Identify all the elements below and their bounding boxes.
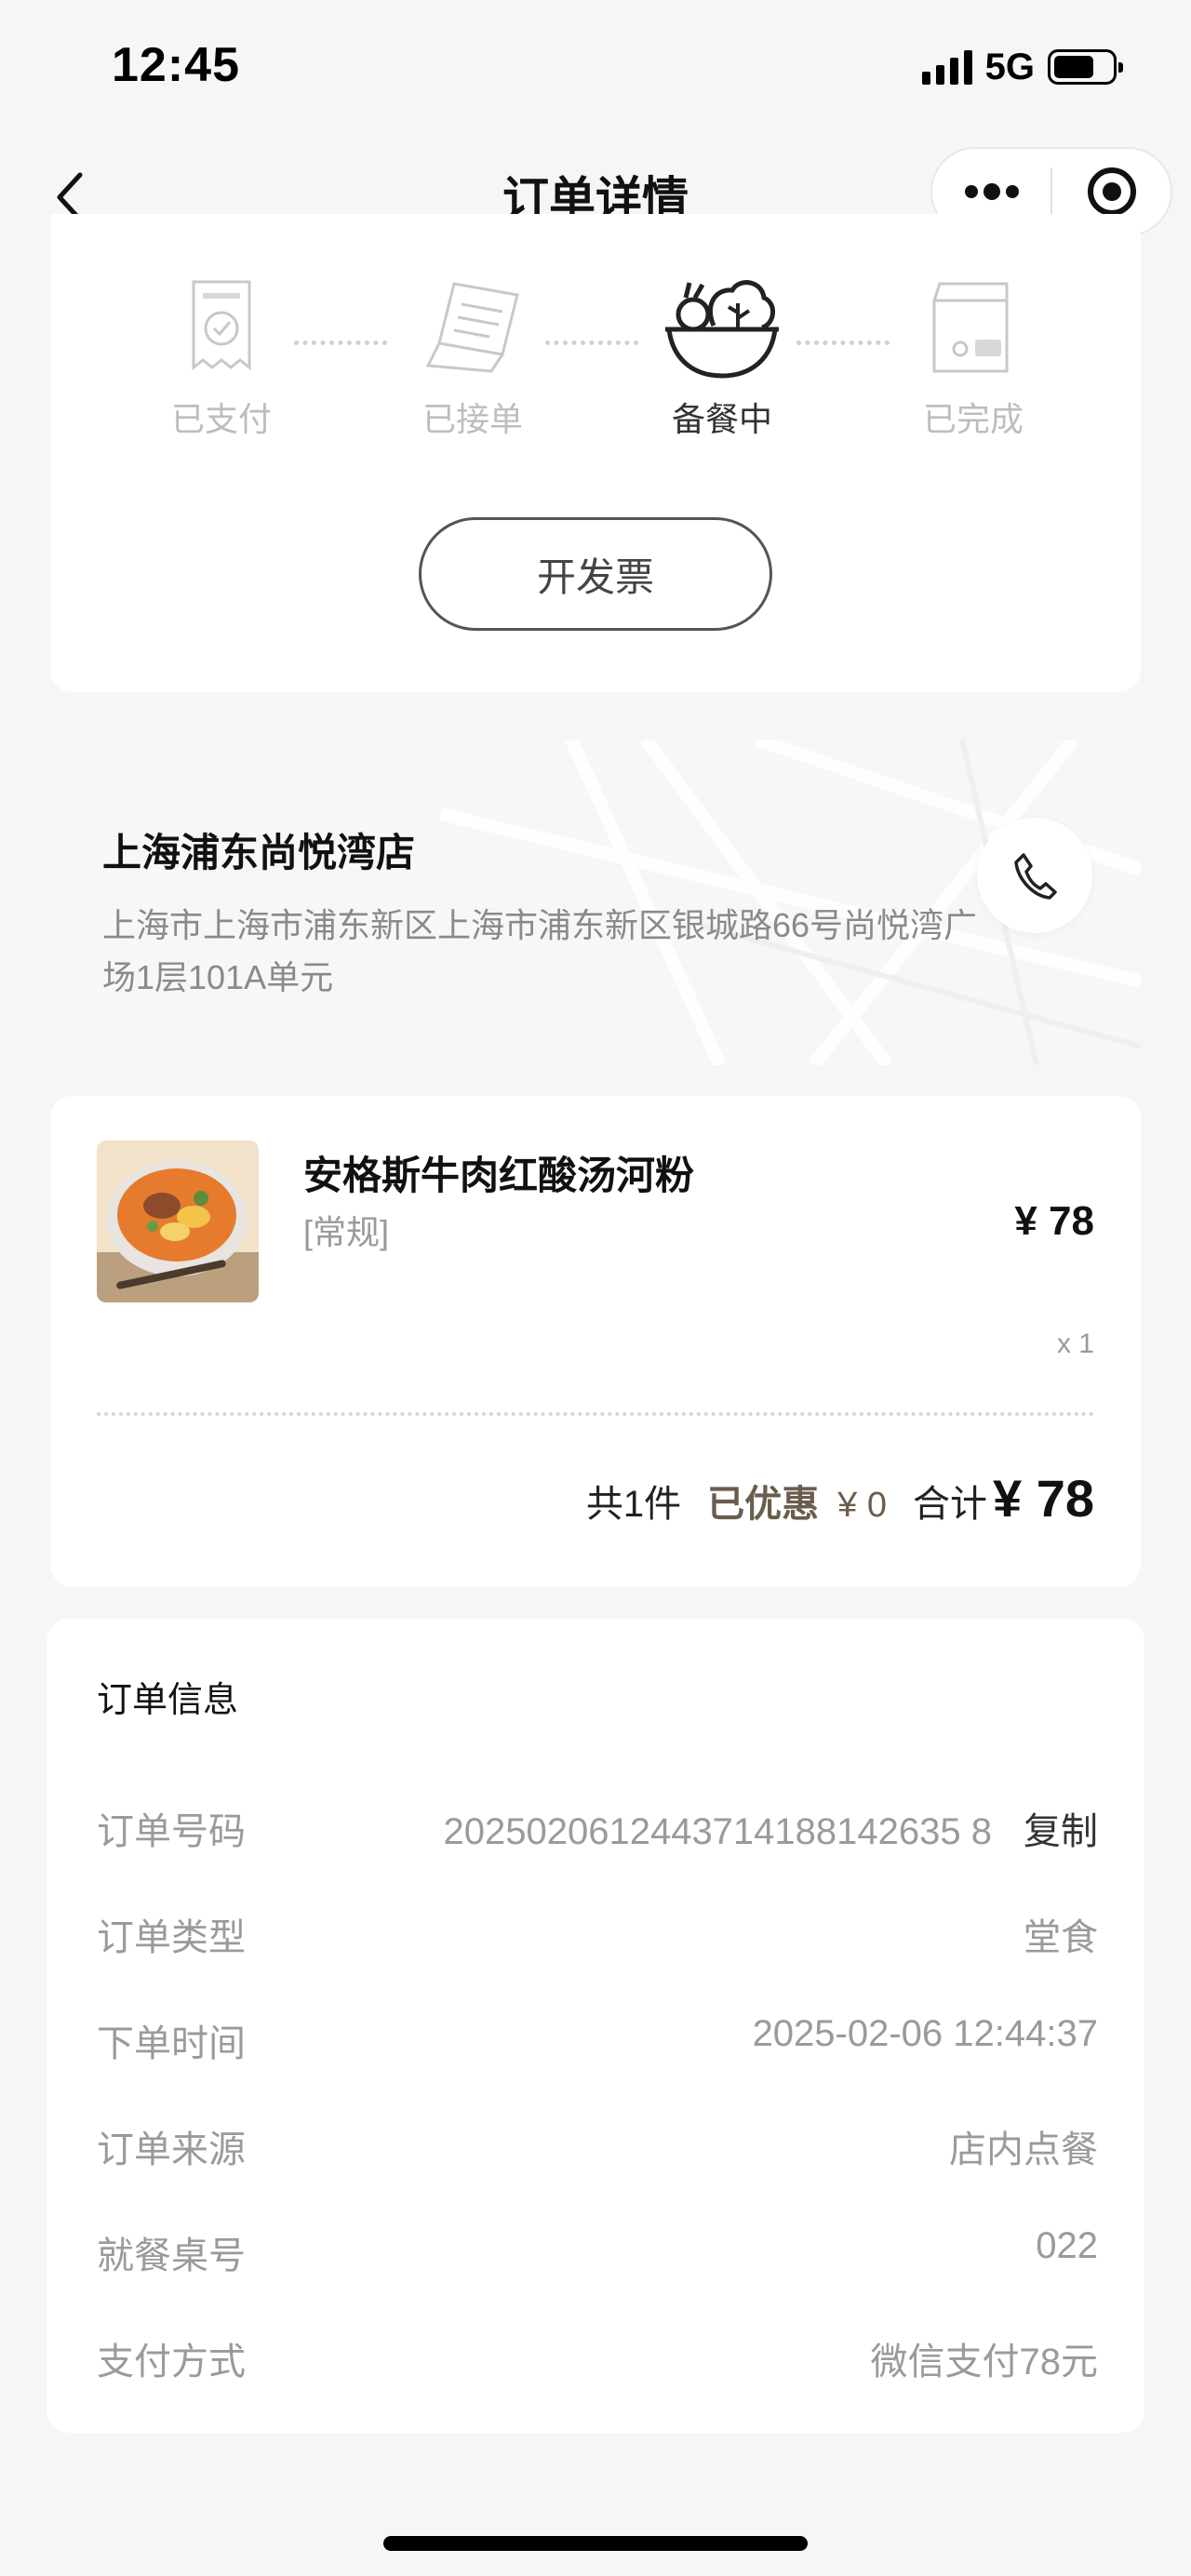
progress-steps: 已支付 已接单 备餐中 已完成 [50, 270, 1141, 438]
order-time-row: 下单时间 2025-02-06 12:44:37 [97, 2013, 1098, 2069]
store-name: 上海浦东尚悦湾店 [102, 831, 416, 874]
takeout-bag-icon [932, 282, 1009, 373]
payment-method-row: 支付方式 微信支付78元 [97, 2331, 1098, 2387]
order-summary: 共1件 已优惠 ¥ 0 合计 ¥ 78 [586, 1468, 1094, 1533]
item-quantity: x 1 [1056, 1328, 1094, 1359]
table-number-row: 就餐桌号 022 [97, 2225, 1098, 2281]
order-number: 2025020612443714188142635 8 [443, 1811, 992, 1852]
step-label: 备餐中 [671, 400, 772, 438]
order-progress-card: 已支付 已接单 备餐中 已完成 开发票 [50, 214, 1141, 692]
row-label: 就餐桌号 [97, 2236, 246, 2276]
discount-value: ¥ 0 [837, 1486, 887, 1525]
salad-bowl-icon [665, 280, 779, 379]
item-name: 安格斯牛肉红酸汤河粉 [303, 1154, 695, 1197]
step-paid: 已支付 [128, 270, 314, 441]
row-value: 堂食 [1024, 1917, 1098, 1958]
step-preparing: 备餐中 [629, 270, 815, 441]
store-section: 上海浦东尚悦湾店 上海市上海市浦东新区上海市浦东新区银城路66号尚悦湾广场1层1… [50, 740, 1141, 1065]
step-label: 已完成 [922, 400, 1024, 438]
row-label: 订单号码 [97, 1811, 246, 1852]
section-title: 订单信息 [97, 1681, 239, 1720]
order-item-card: 安格斯牛肉红酸汤河粉 [常规] ¥ 78 x 1 共1件 已优惠 ¥ 0 合计 … [50, 1096, 1141, 1587]
step-label: 已接单 [422, 400, 523, 438]
printed-receipt-icon [425, 282, 519, 373]
network-label: 5G [984, 46, 1035, 87]
battery-icon [1048, 49, 1123, 85]
order-type-row: 订单类型 堂食 [97, 1907, 1098, 1963]
order-source-row: 订单来源 店内点餐 [97, 2119, 1098, 2175]
row-label: 订单类型 [97, 1917, 246, 1958]
divider [97, 1412, 1094, 1416]
phone-icon [1014, 853, 1057, 900]
item-spec: [常规] [303, 1213, 390, 1251]
total-value: ¥ 78 [993, 1469, 1094, 1528]
status-bar: 12:45 5G [0, 0, 1191, 140]
home-indicator [383, 2536, 808, 2551]
status-time: 12:45 [112, 38, 240, 92]
call-store-button[interactable] [977, 818, 1092, 933]
status-indicators: 5G [921, 45, 1123, 89]
signal-icon [921, 49, 972, 85]
step-completed: 已完成 [880, 270, 1066, 441]
dish-image [97, 1141, 259, 1302]
step-label: 已支付 [170, 400, 272, 438]
step-accepted: 已接单 [380, 270, 566, 441]
target-circle-icon [1087, 167, 1136, 216]
copy-button[interactable]: 复制 [1024, 1801, 1098, 1855]
item-price: ¥ 78 [1014, 1198, 1094, 1244]
order-info-card: 订单信息 订单号码 2025020612443714188142635 8 复制… [47, 1619, 1144, 2433]
total-label: 合计 [913, 1484, 987, 1525]
store-address: 上海市上海市浦东新区上海市浦东新区银城路66号尚悦湾广场1层101A单元 [102, 906, 978, 996]
row-label: 下单时间 [97, 2023, 246, 2064]
row-value: 店内点餐 [949, 2129, 1098, 2170]
receipt-check-icon [192, 280, 251, 371]
item-count: 共1件 [585, 1484, 682, 1525]
row-label: 支付方式 [97, 2342, 246, 2382]
invoice-button[interactable]: 开发票 [419, 517, 772, 631]
row-value: 2025-02-06 12:44:37 [752, 2013, 1098, 2054]
more-dots-icon [964, 183, 1019, 200]
row-value: 022 [1036, 2225, 1098, 2266]
order-number-row: 订单号码 2025020612443714188142635 8 复制 [97, 1801, 1098, 1857]
row-label: 订单来源 [97, 2129, 246, 2170]
discount-label: 已优惠 [707, 1484, 820, 1525]
row-value: 微信支付78元 [870, 2342, 1099, 2382]
